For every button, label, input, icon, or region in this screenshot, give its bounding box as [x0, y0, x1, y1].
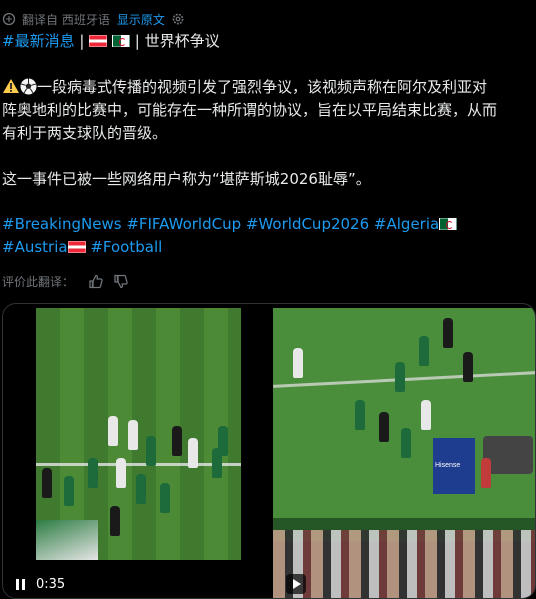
hashtag-algeria[interactable]: #Algeria: [374, 215, 439, 233]
soccer-ball-icon: [20, 78, 37, 95]
play-icon[interactable]: [286, 574, 306, 594]
hashtag-football[interactable]: #Football: [90, 238, 162, 256]
video-time: 0:35: [36, 577, 66, 592]
thumbs-up-icon[interactable]: [88, 274, 103, 289]
show-original-link[interactable]: 显示原文: [117, 11, 165, 28]
video-frame-left: [36, 308, 241, 560]
stadium-banner: [36, 520, 98, 560]
algeria-flag-icon: [439, 218, 458, 230]
pause-icon[interactable]: [16, 578, 26, 591]
gear-icon[interactable]: [171, 12, 185, 26]
hashtag-fifaworldcup[interactable]: #FIFAWorldCup: [126, 215, 241, 233]
translated-from-label: 翻译自 西班牙语: [22, 12, 110, 27]
video-controls: 0:35: [16, 577, 65, 592]
post-body-line-2: 阵奥地利的比赛中，可能存在一种所谓的协议，旨在以平局结束比赛，从而: [2, 101, 498, 119]
hashtag-latest-news[interactable]: #最新消息: [2, 32, 75, 50]
hashtag-breakingnews[interactable]: #BreakingNews: [2, 215, 122, 233]
crowd: [273, 530, 535, 598]
translation-bar: 翻译自 西班牙语 显示原文: [2, 10, 185, 28]
post-header: #最新消息 | | 世界杯争议: [2, 30, 530, 53]
thumbs-down-icon[interactable]: [113, 274, 128, 289]
translate-icon: [2, 12, 16, 26]
hashtags-row-1: #BreakingNews #FIFAWorldCup #WorldCup202…: [2, 213, 530, 236]
advertising-board: Hisense: [433, 438, 475, 494]
austria-flag-icon: [67, 241, 86, 253]
video-player[interactable]: Hisense: [2, 303, 536, 599]
header-title: 世界杯争议: [144, 32, 220, 50]
austria-flag-icon: [89, 35, 108, 47]
video-frame-right: Hisense: [273, 308, 535, 598]
warning-icon: [3, 79, 19, 93]
hashtag-worldcup2026[interactable]: #WorldCup2026: [246, 215, 369, 233]
algeria-flag-icon: [111, 35, 130, 47]
post-body-line-3: 有利于两支球队的晋级。: [2, 124, 168, 142]
rate-translation-bar: 评价此翻译：: [2, 272, 138, 290]
hashtag-austria[interactable]: #Austria: [2, 238, 68, 256]
header-separator-2: |: [134, 32, 140, 50]
hashtags-row-2: #Austria #Football: [2, 236, 530, 259]
post-body-line-1: 一段病毒式传播的视频引发了强烈争议，该视频声称在阿尔及利亚对: [2, 76, 530, 99]
header-separator: |: [79, 32, 85, 50]
rate-translation-label: 评价此翻译：: [2, 274, 75, 289]
post-body-line-4: 这一事件已被一些网络用户称为“堪萨斯城2026耻辱”。: [2, 170, 371, 188]
